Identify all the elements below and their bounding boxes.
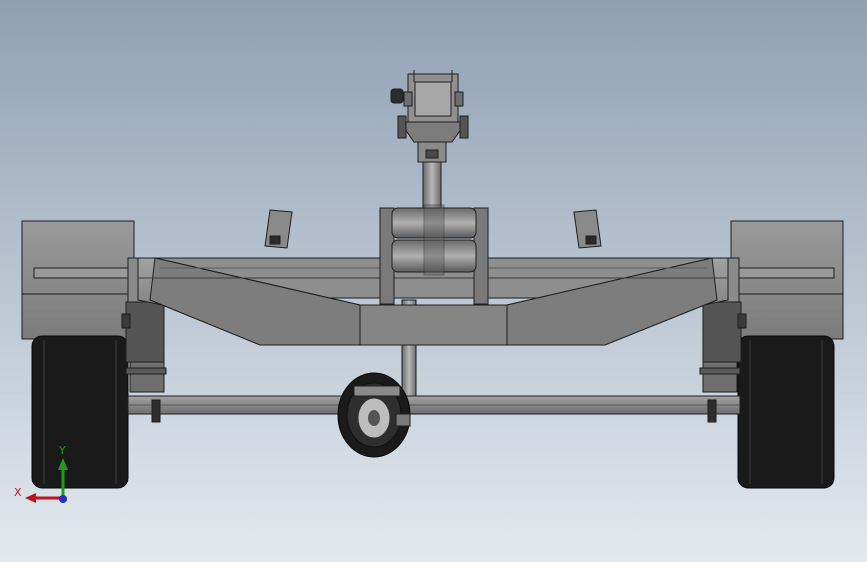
right-tire <box>737 335 835 489</box>
jockey-wheel <box>337 372 411 458</box>
right-support-pad <box>573 209 602 249</box>
left-support-pad <box>264 209 293 249</box>
trailer-model-view[interactable]: Y X <box>0 0 867 562</box>
y-axis-label: Y <box>58 444 66 457</box>
z-axis-dot <box>59 495 67 503</box>
cad-viewport[interactable]: Y X <box>0 0 867 562</box>
x-axis-label: X <box>14 486 22 499</box>
left-tire <box>31 335 129 489</box>
